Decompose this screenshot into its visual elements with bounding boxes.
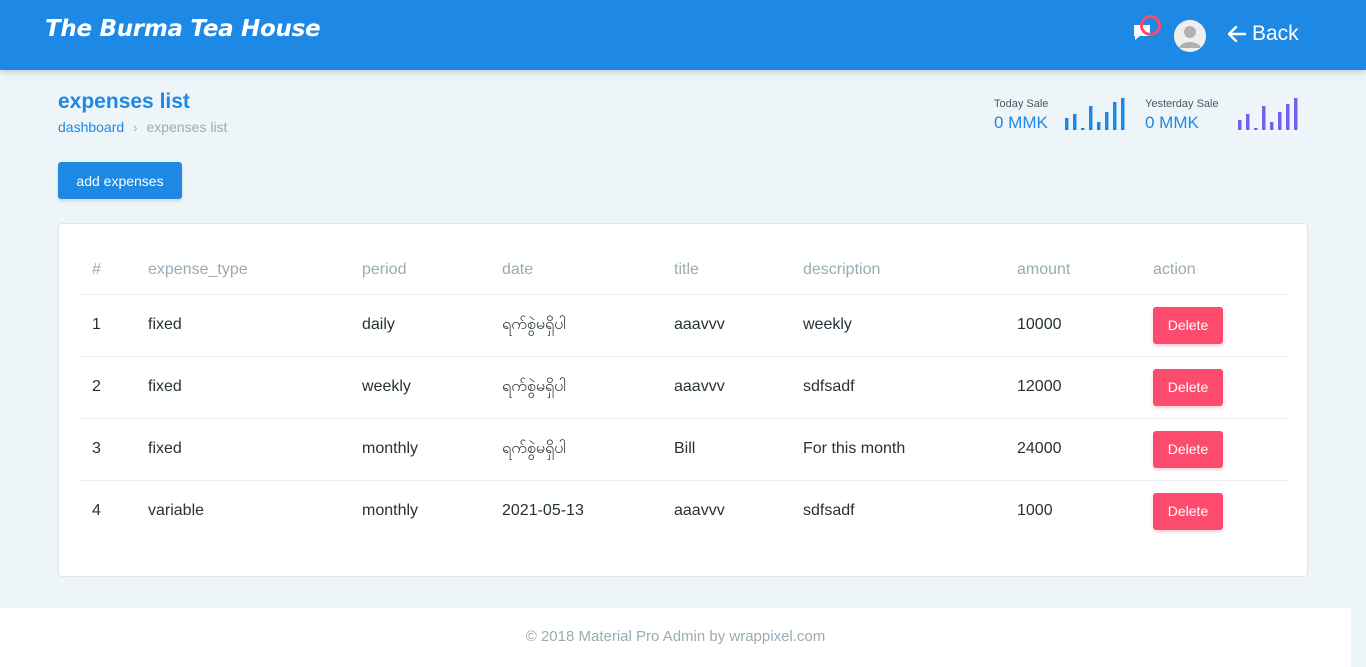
cell-title: aaavvv xyxy=(674,294,803,357)
notification-indicator xyxy=(1140,15,1161,36)
messages-button[interactable] xyxy=(1130,15,1161,48)
cell-date: ရက်စွဲမရှိပါ xyxy=(502,356,674,419)
cell-amount: 10000 xyxy=(1017,294,1153,357)
cell-title: aaavvv xyxy=(674,502,725,520)
cell-description: weekly xyxy=(803,294,1017,357)
footer-text: © 2018 Material Pro Admin by wrappixel.c… xyxy=(525,628,826,645)
cell-amount: 1000 xyxy=(1017,502,1053,520)
delete-button[interactable]: Delete xyxy=(1153,492,1223,530)
delete-button[interactable]: Delete xyxy=(1153,306,1223,344)
delete-button[interactable]: Delete xyxy=(1153,430,1223,468)
today-sale-label: Today Sale xyxy=(994,98,1049,110)
today-sale-sparkline xyxy=(1065,98,1125,130)
avatar-icon xyxy=(1174,20,1206,52)
expenses-table: # expense_type period date title descrip… xyxy=(81,246,1287,542)
cell-description: sdfsadf xyxy=(803,502,855,520)
cell-expense-type: fixed xyxy=(148,418,362,481)
cell-description: sdfsadf xyxy=(803,356,1017,419)
cell-expense-type: variable xyxy=(148,502,205,520)
yesterday-sale-widget: Yesterday Sale 0 MMK xyxy=(1145,98,1298,133)
cell-no: 4 xyxy=(92,502,101,520)
expenses-card: # expense_type period date title descrip… xyxy=(58,223,1308,577)
header-no: # xyxy=(81,246,148,295)
header-period: period xyxy=(362,246,502,295)
breadcrumb-dashboard-link[interactable]: dashboard xyxy=(58,119,124,135)
cell-title: aaavvv xyxy=(674,356,803,419)
breadcrumb-current: expenses list xyxy=(146,119,228,135)
breadcrumb: dashboard › expenses list xyxy=(58,119,227,135)
cell-expense-type: fixed xyxy=(148,294,362,357)
cell-period: weekly xyxy=(362,356,502,419)
cell-action: Delete xyxy=(1153,418,1287,481)
table-row: 2 fixed weekly ရက်စွဲမရှိပါ aaavvv sdfsa… xyxy=(81,356,1287,419)
header-amount: amount xyxy=(1017,246,1153,295)
yesterday-sale-sparkline xyxy=(1238,98,1298,130)
cell-action: Delete xyxy=(1153,356,1287,419)
cell-no: 1 xyxy=(81,294,148,357)
back-label: Back xyxy=(1252,22,1299,45)
cell-action: Delete xyxy=(1153,294,1287,357)
table-header-row: # expense_type period date title descrip… xyxy=(81,246,1287,295)
cell-period: monthly xyxy=(362,502,419,520)
cell-date: ရက်စွဲမရှိပါ xyxy=(502,294,674,357)
cell-description: For this month xyxy=(803,418,1017,481)
header-expense-type: expense_type xyxy=(148,246,362,295)
table-row: 3 fixed monthly ရက်စွဲမရှိပါ Bill For th… xyxy=(81,418,1287,481)
today-sale-widget: Today Sale 0 MMK xyxy=(994,98,1125,133)
table-row: 1 fixed daily ရက်စွဲမရှိပါ aaavvv weekly… xyxy=(81,294,1287,357)
yesterday-sale-label: Yesterday Sale xyxy=(1145,98,1219,110)
brand-logo[interactable]: The Burma Tea House xyxy=(45,16,321,42)
header-date: date xyxy=(502,246,674,295)
table-row: 4 variable monthly 2021-05-13 aaavvv sdf… xyxy=(81,480,1287,542)
header-title: title xyxy=(674,246,803,295)
topbar: The Burma Tea House Back xyxy=(0,0,1366,70)
cell-amount: 12000 xyxy=(1017,356,1153,419)
arrow-left-icon xyxy=(1228,26,1246,42)
cell-date: ရက်စွဲမရှိပါ xyxy=(502,418,674,481)
delete-button[interactable]: Delete xyxy=(1153,368,1223,406)
user-avatar[interactable] xyxy=(1174,20,1206,52)
back-button[interactable]: Back xyxy=(1228,22,1299,46)
cell-expense-type: fixed xyxy=(148,356,362,419)
cell-title: Bill xyxy=(674,418,803,481)
cell-no: 2 xyxy=(81,356,148,419)
cell-date: 2021-05-13 xyxy=(502,502,584,520)
yesterday-sale-value: 0 MMK xyxy=(1145,113,1199,132)
footer: © 2018 Material Pro Admin by wrappixel.c… xyxy=(0,608,1351,667)
page-title: expenses list xyxy=(58,90,190,113)
cell-period: monthly xyxy=(362,418,502,481)
cell-amount: 24000 xyxy=(1017,418,1153,481)
add-expenses-button[interactable]: add expenses xyxy=(58,162,182,199)
cell-action: Delete xyxy=(1153,480,1287,542)
cell-no: 3 xyxy=(81,418,148,481)
today-sale-value: 0 MMK xyxy=(994,113,1048,132)
header-action: action xyxy=(1153,246,1287,295)
header-description: description xyxy=(803,246,1017,295)
chevron-right-icon: › xyxy=(133,119,138,135)
cell-period: daily xyxy=(362,294,502,357)
